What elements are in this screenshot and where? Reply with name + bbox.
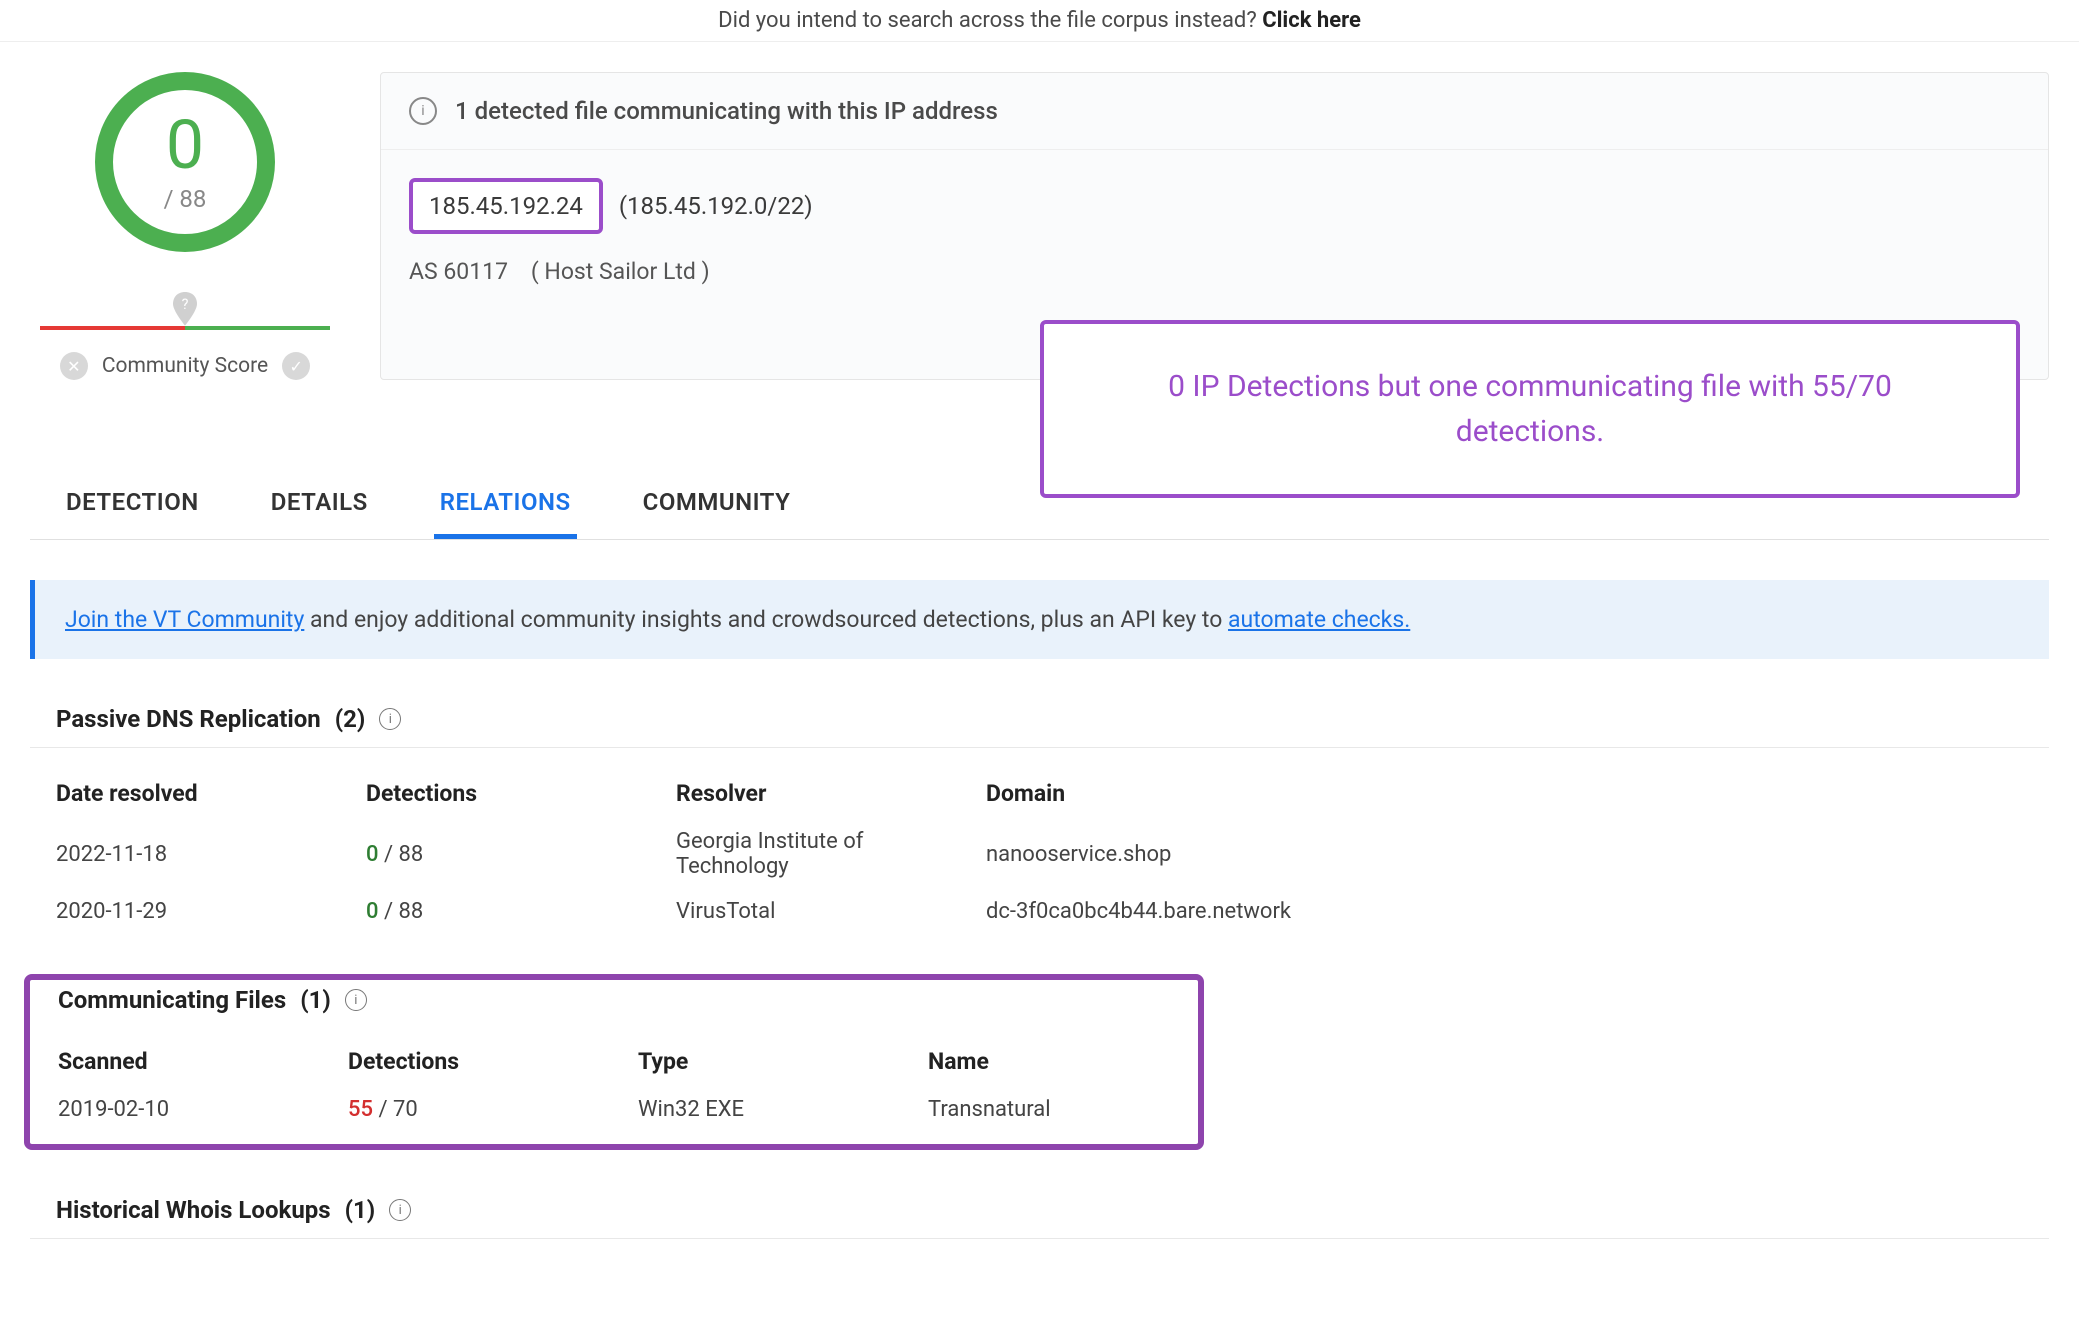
dns-det-num: 0 bbox=[366, 899, 379, 924]
join-community-link[interactable]: Join the VT Community bbox=[65, 606, 304, 633]
dns-domain: dc-3f0ca0bc4b44.bare.network bbox=[986, 899, 2049, 924]
info-icon[interactable]: i bbox=[345, 989, 367, 1011]
comm-type: Win32 EXE bbox=[638, 1097, 928, 1122]
ip-block: 185.45.192.24 (185.45.192.0/22) AS 60117… bbox=[381, 150, 2048, 285]
comm-h-type: Type bbox=[638, 1048, 928, 1075]
comm-name: Transnatural bbox=[928, 1097, 1218, 1122]
community-marker-icon: ? bbox=[170, 292, 200, 328]
dns-resolver: VirusTotal bbox=[676, 899, 986, 924]
tab-details[interactable]: DETAILS bbox=[265, 470, 374, 539]
ip-asn: AS 60117 bbox=[409, 258, 508, 285]
comm-h-scanned: Scanned bbox=[58, 1048, 348, 1075]
score-denominator: / 88 bbox=[164, 185, 207, 213]
tab-relations[interactable]: RELATIONS bbox=[434, 470, 577, 539]
x-icon[interactable]: ✕ bbox=[60, 352, 88, 380]
whois-count: (1) bbox=[345, 1196, 376, 1224]
ip-address-highlight: 185.45.192.24 bbox=[409, 178, 603, 234]
dns-det-den: / 88 bbox=[379, 842, 424, 867]
info-alert-text: 1 detected file communicating with this … bbox=[455, 97, 998, 125]
comm-det-num: 55 bbox=[348, 1097, 373, 1122]
ip-org: ( Host Sailor Ltd ) bbox=[531, 258, 710, 285]
comm-scanned: 2019-02-10 bbox=[58, 1097, 348, 1122]
dns-date: 2020-11-29 bbox=[56, 899, 366, 924]
comm-table-header: Scanned Detections Type Name bbox=[58, 1034, 1198, 1089]
whois-section-title: Historical Whois Lookups (1) i bbox=[30, 1196, 2049, 1239]
info-icon[interactable]: i bbox=[389, 1199, 411, 1221]
comm-count: (1) bbox=[300, 986, 331, 1014]
dns-h-domain: Domain bbox=[986, 780, 2049, 807]
dns-title: Passive DNS Replication bbox=[56, 705, 321, 733]
dns-table: Date resolved Detections Resolver Domain… bbox=[30, 748, 2049, 934]
banner-click-link[interactable]: Click here bbox=[1262, 8, 1361, 33]
info-icon[interactable]: i bbox=[379, 708, 401, 730]
dns-h-det: Detections bbox=[366, 780, 676, 807]
comm-files-section-title: Communicating Files (1) i bbox=[30, 986, 1198, 1028]
dns-domain: nanooservice.shop bbox=[986, 842, 2049, 867]
comm-title: Communicating Files bbox=[58, 986, 286, 1014]
comm-h-name: Name bbox=[928, 1048, 1218, 1075]
automate-checks-link[interactable]: automate checks. bbox=[1228, 606, 1410, 633]
promo-banner: Join the VT Community and enjoy addition… bbox=[30, 580, 2049, 659]
info-icon: i bbox=[409, 97, 437, 125]
passive-dns-section-title: Passive DNS Replication (2) i bbox=[30, 705, 2049, 748]
dns-row[interactable]: 2022-11-18 0 / 88 Georgia Institute of T… bbox=[56, 819, 2049, 889]
dns-row[interactable]: 2020-11-29 0 / 88 VirusTotal dc-3f0ca0bc… bbox=[56, 889, 2049, 934]
check-icon[interactable]: ✓ bbox=[282, 352, 310, 380]
dns-h-date: Date resolved bbox=[56, 780, 366, 807]
communicating-files-highlight: Communicating Files (1) i Scanned Detect… bbox=[24, 974, 1204, 1150]
score-numerator: 0 bbox=[166, 111, 204, 179]
ip-cidr: (185.45.192.0/22) bbox=[619, 192, 813, 220]
comm-row[interactable]: 2019-02-10 55 / 70 Win32 EXE Transnatura… bbox=[58, 1089, 1198, 1130]
info-alert: i 1 detected file communicating with thi… bbox=[381, 73, 2048, 150]
dns-resolver: Georgia Institute of Technology bbox=[676, 829, 936, 879]
dns-det-num: 0 bbox=[366, 842, 379, 867]
top-banner: Did you intend to search across the file… bbox=[0, 0, 2079, 42]
annotation-box: 0 IP Detections but one communicating fi… bbox=[1040, 320, 2020, 498]
dns-det-den: / 88 bbox=[379, 899, 424, 924]
dns-table-header: Date resolved Detections Resolver Domain bbox=[56, 768, 2049, 819]
tab-detection[interactable]: DETECTION bbox=[60, 470, 205, 539]
community-score-row: ✕ Community Score ✓ bbox=[30, 352, 340, 380]
promo-middle: and enjoy additional community insights … bbox=[304, 606, 1228, 633]
whois-title: Historical Whois Lookups bbox=[56, 1196, 331, 1224]
community-label: Community Score bbox=[102, 354, 268, 378]
score-circle: 0 / 88 bbox=[95, 72, 275, 252]
comm-h-det: Detections bbox=[348, 1048, 638, 1075]
banner-text: Did you intend to search across the file… bbox=[718, 8, 1262, 33]
tab-community[interactable]: COMMUNITY bbox=[637, 470, 797, 539]
comm-table: Scanned Detections Type Name 2019-02-10 … bbox=[30, 1028, 1198, 1130]
dns-count: (2) bbox=[335, 705, 366, 733]
comm-det-den: / 70 bbox=[373, 1097, 418, 1122]
dns-h-resolver: Resolver bbox=[676, 780, 986, 807]
dns-date: 2022-11-18 bbox=[56, 842, 366, 867]
svg-text:?: ? bbox=[182, 296, 189, 313]
score-column: 0 / 88 ? ✕ Community Score ✓ bbox=[30, 72, 340, 380]
